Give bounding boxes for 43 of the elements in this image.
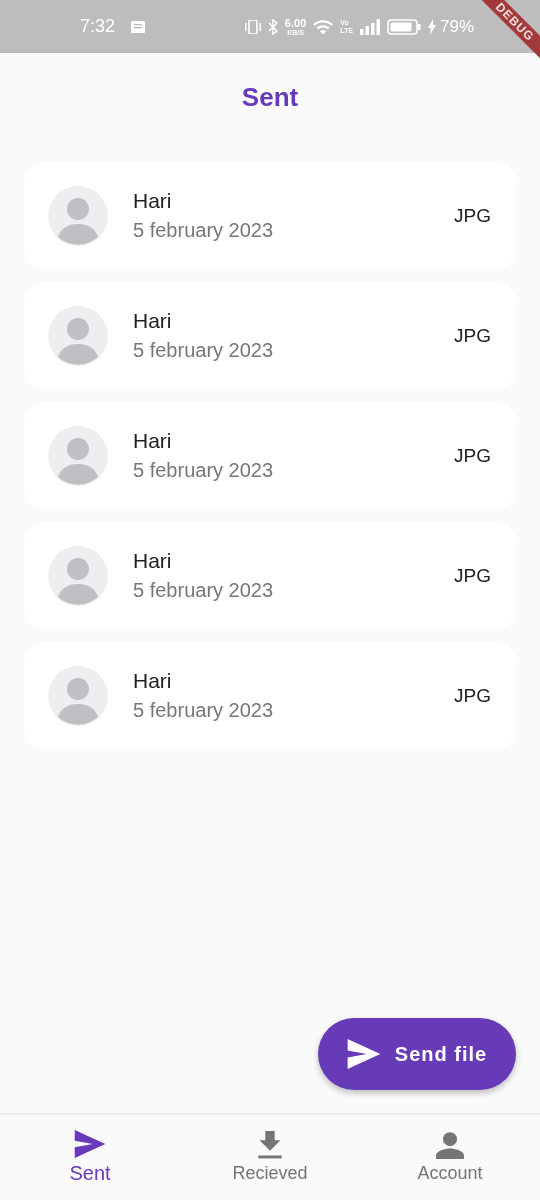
charging-icon: [427, 18, 436, 35]
sender-name: Hari: [133, 429, 173, 453]
file-type: JPG: [454, 204, 491, 227]
avatar-icon: [48, 305, 108, 366]
send-icon: [73, 1130, 107, 1158]
sent-date: 5 february 2023: [133, 579, 275, 602]
nav-tab[interactable]: Account: [360, 1115, 540, 1200]
sender-name: Hari: [133, 669, 173, 693]
avatar-icon: [48, 545, 108, 606]
clock-time: 7:32: [80, 16, 116, 37]
battery-percent: 79%: [439, 16, 474, 37]
sent-date: 5 february 2023: [133, 339, 275, 362]
file-card[interactable]: Hari 5 february 2023 JPG: [24, 162, 516, 269]
file-type: JPG: [454, 684, 491, 707]
file-card[interactable]: Hari 5 february 2023 JPG: [24, 642, 516, 749]
message-icon: [131, 20, 146, 33]
wifi-icon: [313, 18, 334, 35]
sent-date: 5 february 2023: [133, 219, 275, 242]
file-card[interactable]: Hari 5 february 2023 JPG: [24, 402, 516, 509]
sender-name: Hari: [133, 189, 173, 213]
sent-date: 5 february 2023: [133, 699, 275, 722]
vibrate-icon: [244, 19, 261, 34]
network-speed: 6.00: [284, 17, 307, 29]
sent-date: 5 february 2023: [133, 459, 275, 482]
file-card[interactable]: Hari 5 february 2023 JPG: [24, 522, 516, 629]
screen-title: Sent: [241, 81, 299, 113]
avatar-icon: [48, 185, 108, 246]
battery-icon: [386, 18, 421, 35]
sender-name: Hari: [133, 309, 173, 333]
person-icon: [433, 1131, 467, 1159]
send-file-button[interactable]: Send file: [318, 1018, 516, 1090]
signal-icon: [359, 18, 380, 35]
nav-tab[interactable]: Sent: [0, 1115, 180, 1200]
send-icon: [346, 1039, 381, 1069]
file-card[interactable]: Hari 5 february 2023 JPG: [24, 282, 516, 389]
file-type: JPG: [454, 324, 491, 347]
file-type: JPG: [454, 444, 491, 467]
avatar-icon: [48, 425, 108, 486]
avatar-icon: [48, 665, 108, 726]
bluetooth-icon: [267, 18, 278, 35]
nav-tab[interactable]: Recieved: [180, 1115, 360, 1200]
sender-name: Hari: [133, 549, 173, 573]
file-type: JPG: [454, 564, 491, 587]
